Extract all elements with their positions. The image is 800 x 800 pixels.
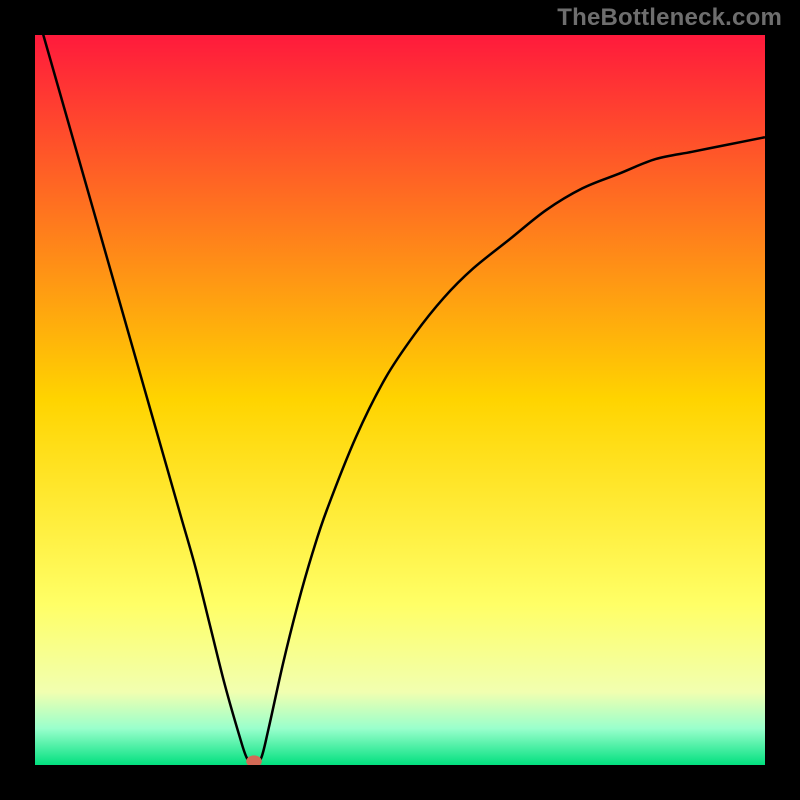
chart-frame: TheBottleneck.com [0,0,800,800]
chart-background [35,35,765,765]
plot-area [35,35,765,765]
watermark-text: TheBottleneck.com [557,4,782,32]
chart-svg [35,35,765,765]
